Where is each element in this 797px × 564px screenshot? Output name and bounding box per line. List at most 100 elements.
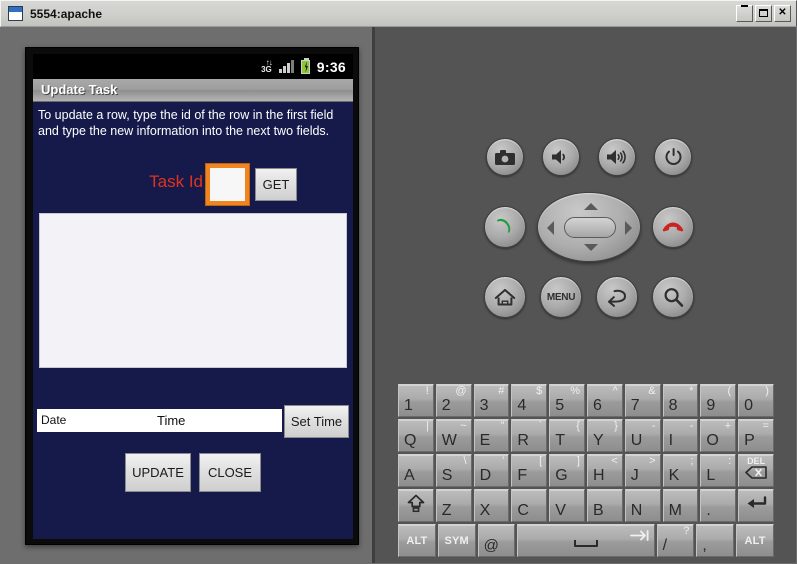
keyboard-row-home: A S \ D’ F[ G] H < J > K; L: DEL	[398, 454, 774, 487]
key-a[interactable]: A	[398, 454, 434, 487]
app-title-bar: Update Task	[33, 79, 353, 102]
dpad-center-button[interactable]	[564, 217, 616, 238]
window-titlebar: 5554:apache ✕	[0, 0, 797, 27]
maximize-button[interactable]	[755, 5, 772, 22]
key-1[interactable]: 1!	[398, 384, 434, 417]
key-space[interactable]	[517, 524, 655, 557]
shift-icon	[399, 493, 433, 518]
key-t[interactable]: T{	[549, 419, 585, 452]
key-3[interactable]: 3 #	[473, 384, 510, 417]
date-time-input[interactable]: Date Time	[37, 409, 282, 432]
key-w[interactable]: W ~	[435, 419, 472, 452]
task-id-input[interactable]	[206, 164, 249, 205]
3g-label: 3G	[261, 65, 272, 74]
key-0[interactable]: 0)	[738, 384, 774, 417]
key-at[interactable]: @	[477, 524, 516, 557]
key-4[interactable]: 4 $	[511, 384, 548, 417]
key-p[interactable]: P =	[738, 419, 774, 452]
emulator-body: ↑↓ 3G 9:36 Update Task To update a row, …	[1, 27, 796, 563]
close-app-button[interactable]: CLOSE	[199, 453, 261, 492]
device-screen: ↑↓ 3G 9:36 Update Task To update a row, …	[33, 54, 353, 539]
get-button[interactable]: GET	[255, 168, 297, 201]
key-5[interactable]: 5%	[549, 384, 585, 417]
key-period[interactable]: .	[700, 489, 737, 522]
key-alt-right[interactable]: ALT	[736, 524, 775, 557]
key-sym[interactable]: SYM	[437, 524, 476, 557]
key-h[interactable]: H <	[586, 454, 623, 487]
key-delete[interactable]: DEL	[738, 454, 774, 487]
update-button[interactable]: UPDATE	[125, 453, 191, 492]
menu-button-label: MENU	[546, 291, 576, 303]
key-k[interactable]: K;	[662, 454, 699, 487]
key-i[interactable]: I-	[662, 419, 699, 452]
dpad-left-icon[interactable]	[547, 221, 554, 235]
key-r[interactable]: R `	[511, 419, 548, 452]
key-alt-left[interactable]: ALT	[398, 524, 436, 557]
key-enter[interactable]	[738, 489, 774, 522]
key-o[interactable]: O +	[700, 419, 737, 452]
volume-down-button[interactable]	[542, 138, 580, 176]
key-u[interactable]: U-	[624, 419, 661, 452]
key-6[interactable]: 6 ^	[586, 384, 623, 417]
key-j[interactable]: J >	[624, 454, 661, 487]
power-button[interactable]	[654, 138, 692, 176]
key-slash[interactable]: /?	[656, 524, 695, 557]
call-button[interactable]	[484, 206, 526, 248]
key-f[interactable]: F[	[511, 454, 548, 487]
battery-charging-icon	[300, 57, 310, 74]
status-clock: 9:36	[316, 58, 346, 75]
dpad-right-icon[interactable]	[625, 221, 632, 235]
signal-icon	[278, 60, 294, 73]
volume-up-icon	[607, 150, 626, 164]
key-l[interactable]: L:	[700, 454, 737, 487]
set-time-button[interactable]: Set Time	[284, 405, 349, 438]
home-icon	[494, 288, 516, 305]
key-s[interactable]: S \	[435, 454, 472, 487]
power-icon	[665, 148, 681, 165]
key-b[interactable]: B	[586, 489, 623, 522]
task-id-label: Task Id	[149, 172, 203, 191]
camera-button[interactable]	[486, 138, 524, 176]
date-time-row: Date Time Set Time	[33, 405, 353, 441]
end-call-button[interactable]	[652, 206, 694, 248]
search-icon	[664, 287, 683, 307]
notes-textarea[interactable]	[39, 213, 347, 368]
close-button[interactable]: ✕	[774, 5, 791, 22]
keyboard-row-modifiers: ALT SYM @ /? , ALT	[398, 524, 775, 557]
window-icon	[8, 6, 23, 21]
dpad-up-icon[interactable]	[584, 203, 598, 210]
key-g[interactable]: G]	[549, 454, 585, 487]
key-7[interactable]: 7 &	[624, 384, 661, 417]
key-shift[interactable]	[398, 489, 434, 522]
volume-up-button[interactable]	[598, 138, 636, 176]
window-buttons: ✕	[736, 5, 791, 22]
keyboard-row-qwerty: Q | W ~ E” R ` T{ Y} U- I- O + P =	[398, 419, 774, 452]
key-v[interactable]: V	[549, 489, 585, 522]
search-button[interactable]	[652, 276, 694, 318]
back-button[interactable]	[596, 276, 638, 318]
enter-icon	[739, 495, 773, 516]
key-d[interactable]: D’	[473, 454, 510, 487]
key-q[interactable]: Q |	[398, 419, 434, 452]
key-z[interactable]: Z	[435, 489, 472, 522]
key-2[interactable]: 2 @	[435, 384, 472, 417]
key-x[interactable]: X	[473, 489, 510, 522]
key-comma[interactable]: ,	[696, 524, 735, 557]
action-row: UPDATE CLOSE	[33, 453, 353, 493]
home-button[interactable]	[484, 276, 526, 318]
key-m[interactable]: M	[662, 489, 699, 522]
key-e[interactable]: E”	[473, 419, 510, 452]
dpad[interactable]	[537, 192, 641, 262]
minimize-button[interactable]	[736, 5, 753, 22]
key-y[interactable]: Y}	[586, 419, 623, 452]
key-9[interactable]: 9(	[700, 384, 737, 417]
android-status-bar: ↑↓ 3G 9:36	[33, 54, 353, 79]
menu-button[interactable]: MENU	[540, 276, 582, 318]
dpad-down-icon[interactable]	[584, 244, 598, 251]
delete-icon	[739, 466, 773, 484]
key-8[interactable]: 8 *	[662, 384, 699, 417]
key-c[interactable]: C	[511, 489, 548, 522]
date-label: Date	[41, 413, 67, 427]
key-n[interactable]: N	[624, 489, 661, 522]
phone-bezel: ↑↓ 3G 9:36 Update Task To update a row, …	[25, 47, 359, 545]
